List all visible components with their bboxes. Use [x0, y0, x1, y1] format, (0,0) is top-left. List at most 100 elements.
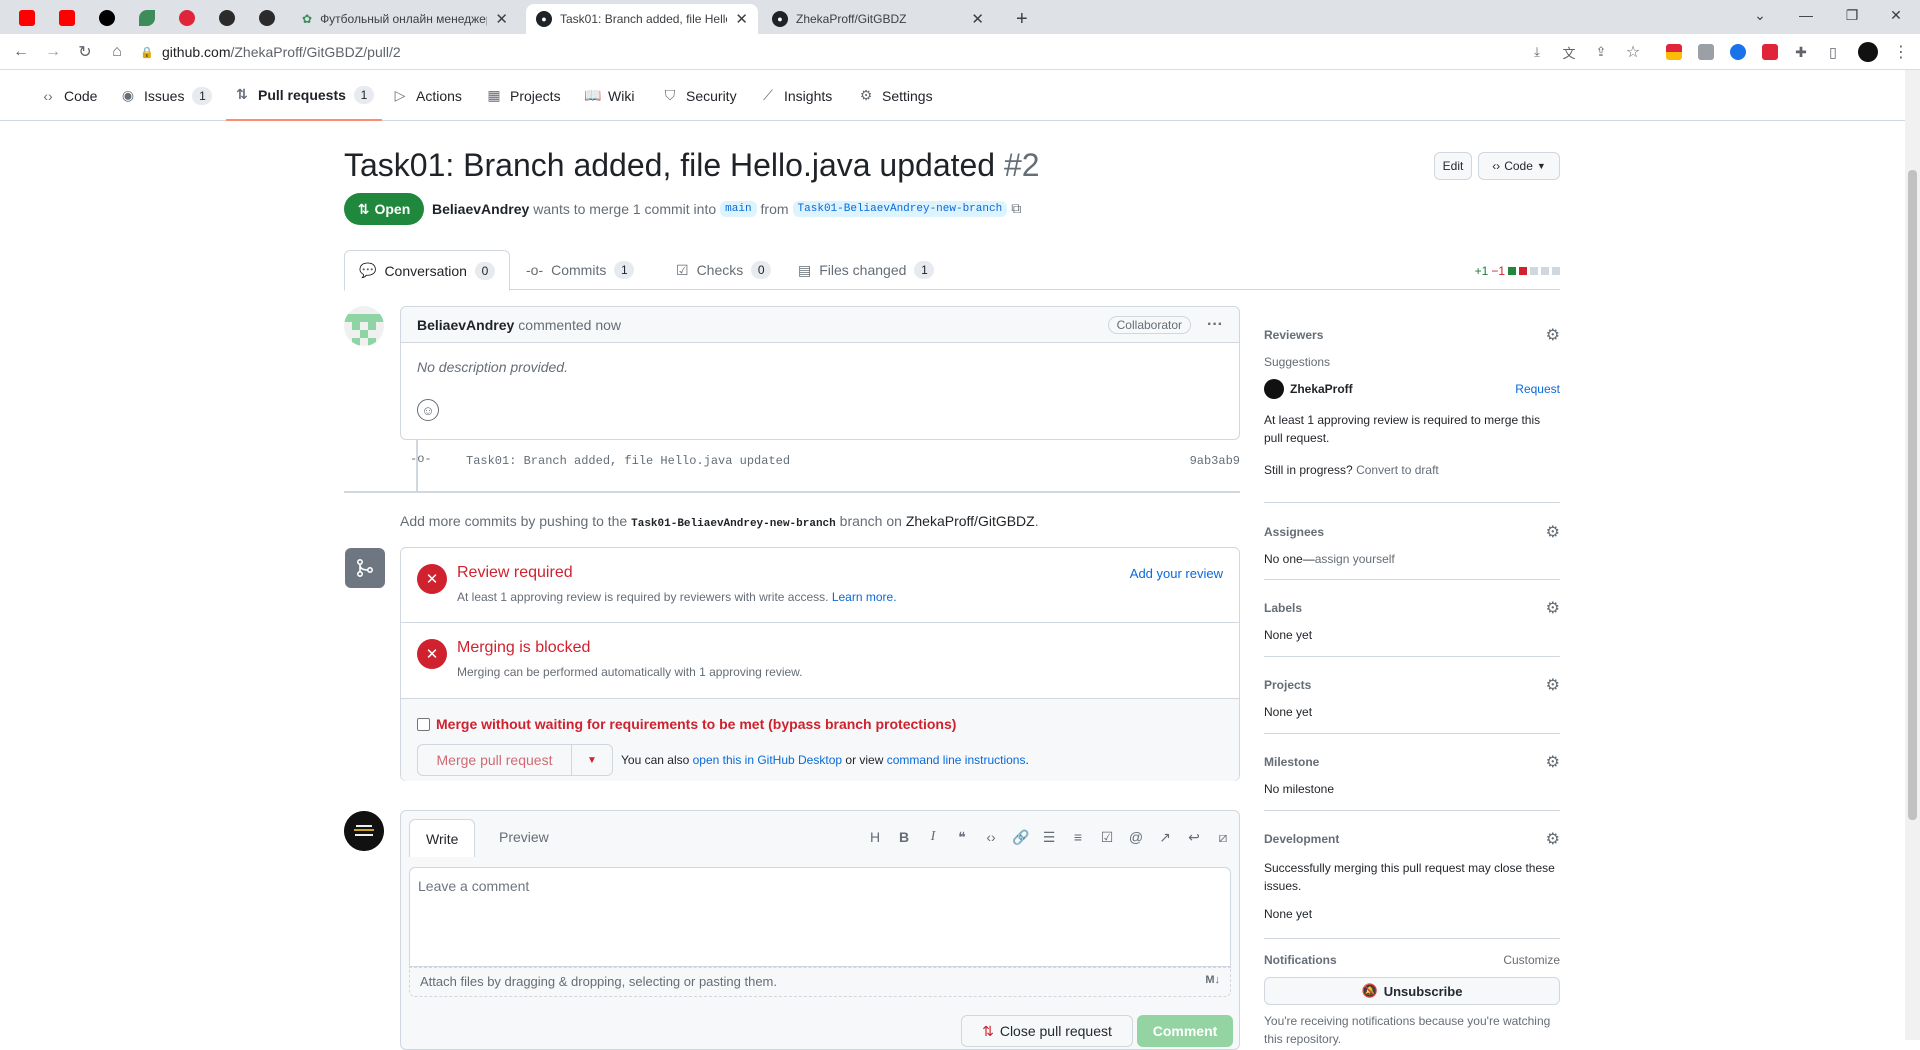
more-options-icon[interactable]: ···	[1207, 316, 1223, 334]
add-reaction-icon[interactable]: ☺	[417, 399, 439, 421]
close-tab-icon[interactable]: ✕	[971, 10, 984, 28]
assignees-gear-icon[interactable]: ⚙	[1546, 522, 1560, 542]
convert-to-draft-link[interactable]: Convert to draft	[1356, 463, 1439, 477]
current-user-avatar[interactable]	[344, 811, 384, 851]
repo-tab-pull-requests[interactable]: ⇅ Pull requests 1	[226, 70, 382, 121]
maximize-icon[interactable]: ❐	[1832, 4, 1872, 26]
head-branch[interactable]: Task01-BeliaevAndrey-new-branch	[792, 200, 1008, 217]
back-icon[interactable]: ←	[10, 41, 32, 63]
reload-icon[interactable]: ↻	[74, 41, 96, 63]
comment-textarea[interactable]: Leave a comment	[409, 867, 1231, 967]
forward-icon[interactable]: →	[42, 41, 64, 63]
pinned-tab-shield[interactable]	[212, 4, 242, 32]
bulleted-list-icon[interactable]: ☰	[1041, 829, 1057, 846]
preview-tab[interactable]: Preview	[483, 819, 565, 855]
repo-tab-issues[interactable]: ◉ Issues 1	[120, 70, 213, 121]
write-tab[interactable]: Write	[409, 819, 476, 857]
browser-tab-repo[interactable]: ● ZhekaProff/GitGBDZ ✕	[762, 4, 994, 34]
bypass-checkbox[interactable]: Merge without waiting for requirements t…	[417, 716, 956, 732]
comment-button[interactable]: Comment	[1137, 1015, 1233, 1047]
tab-checks[interactable]: ☑ Checks 0	[662, 250, 785, 290]
github-desktop-link[interactable]: open this in GitHub Desktop	[693, 753, 842, 767]
share-icon[interactable]: ⇪	[1590, 41, 1612, 63]
repo-tab-security[interactable]: ⛉ Security	[662, 70, 737, 121]
cross-reference-icon[interactable]: ↗	[1157, 829, 1173, 846]
comment-author[interactable]: BeliaevAndrey	[417, 317, 514, 333]
minimize-icon[interactable]: —	[1786, 4, 1826, 26]
avatar[interactable]	[344, 306, 384, 346]
heading-icon[interactable]: H	[867, 829, 883, 846]
suggested-user-name[interactable]: ZhekaProff	[1290, 382, 1353, 396]
request-review-link[interactable]: Request	[1515, 382, 1560, 396]
pinned-tab-youtube-2[interactable]	[52, 4, 82, 32]
commit-sha[interactable]: 9ab3ab9	[1190, 454, 1240, 468]
repo-tab-insights[interactable]: ⟋ Insights	[760, 70, 832, 121]
merge-pull-request-button[interactable]: Merge pull request ▼	[417, 744, 613, 776]
profile-avatar-icon[interactable]	[1858, 42, 1878, 62]
numbered-list-icon[interactable]: ≡	[1070, 829, 1086, 846]
close-window-icon[interactable]: ✕	[1876, 4, 1916, 26]
extension-gray-icon[interactable]	[1698, 44, 1714, 60]
tab-conversation[interactable]: 💬 Conversation 0	[344, 250, 510, 291]
edit-title-button[interactable]: Edit	[1434, 152, 1472, 180]
menu-kebab-icon[interactable]: ⋮	[1890, 41, 1912, 63]
extension-flag-icon[interactable]	[1666, 44, 1682, 60]
tab-commits[interactable]: -o- Commits 1	[512, 250, 648, 290]
repo-tab-projects[interactable]: ▦ Projects	[486, 70, 560, 121]
labels-gear-icon[interactable]: ⚙	[1546, 598, 1560, 618]
tab-search-icon[interactable]: ⌄	[1740, 4, 1780, 26]
scrollbar-thumb[interactable]	[1908, 170, 1917, 820]
browser-tab-football[interactable]: ✿ Футбольный онлайн менеджер ✕	[292, 4, 518, 34]
learn-more-link[interactable]: Learn more.	[832, 590, 897, 604]
slash-commands-icon[interactable]: ⧄	[1215, 829, 1231, 846]
author-link[interactable]: BeliaevAndrey	[432, 201, 529, 217]
add-review-link[interactable]: Add your review	[1130, 566, 1223, 581]
extension-blue-icon[interactable]	[1730, 44, 1746, 60]
checkbox[interactable]	[417, 717, 430, 731]
extension-lf-icon[interactable]	[1762, 44, 1778, 60]
task-list-icon[interactable]: ☑	[1099, 829, 1115, 846]
commit-message[interactable]: Task01: Branch added, file Hello.java up…	[466, 454, 790, 468]
reply-icon[interactable]: ↩	[1186, 829, 1202, 846]
pinned-tab-shield-2[interactable]	[252, 4, 282, 32]
customize-link[interactable]: Customize	[1503, 953, 1560, 967]
mention-icon[interactable]: @	[1128, 829, 1144, 846]
close-tab-icon[interactable]: ✕	[495, 10, 508, 28]
repo-tab-wiki[interactable]: 📖 Wiki	[584, 70, 634, 121]
attach-files-area[interactable]: Attach files by dragging & dropping, sel…	[409, 967, 1231, 997]
close-pull-request-button[interactable]: ⇅ Close pull request	[961, 1015, 1133, 1047]
pinned-tab-leaf[interactable]	[132, 4, 162, 32]
address-bar[interactable]: 🔒 github.com/ZhekaProff/GitGBDZ/pull/2	[140, 39, 1520, 65]
home-icon[interactable]: ⌂	[106, 41, 128, 63]
repo-tab-settings[interactable]: ⚙ Settings	[858, 70, 933, 121]
quote-icon[interactable]: ❝	[954, 829, 970, 846]
projects-gear-icon[interactable]: ⚙	[1546, 675, 1560, 695]
code-dropdown-button[interactable]: ‹› Code ▼	[1478, 152, 1560, 180]
command-line-link[interactable]: command line instructions	[887, 753, 1026, 767]
repo-link[interactable]: ZhekaProff/GitGBDZ	[906, 513, 1035, 529]
install-icon[interactable]: ⤓	[1526, 41, 1548, 63]
development-gear-icon[interactable]: ⚙	[1546, 829, 1560, 849]
reviewers-gear-icon[interactable]: ⚙	[1546, 325, 1560, 345]
bookmark-star-icon[interactable]: ☆	[1622, 41, 1644, 63]
copy-icon[interactable]: ⧉	[1011, 200, 1021, 217]
link-icon[interactable]: 🔗	[1012, 829, 1029, 846]
side-panel-icon[interactable]: ▯	[1822, 41, 1844, 63]
unsubscribe-button[interactable]: 🔕 Unsubscribe	[1264, 977, 1560, 1005]
pinned-tab-red[interactable]	[172, 4, 202, 32]
milestone-gear-icon[interactable]: ⚙	[1546, 752, 1560, 772]
new-tab-button[interactable]: +	[1006, 4, 1036, 34]
code-icon[interactable]: ‹›	[983, 829, 999, 846]
tab-files-changed[interactable]: ▤ Files changed 1	[784, 250, 948, 290]
repo-tab-code[interactable]: ‹› Code	[40, 70, 97, 121]
base-branch[interactable]: main	[720, 200, 757, 217]
pinned-tab-youtube[interactable]	[12, 4, 42, 32]
assign-yourself-link[interactable]: assign yourself	[1315, 552, 1395, 566]
merge-dropdown-caret-icon[interactable]: ▼	[572, 755, 612, 766]
italic-icon[interactable]: I	[925, 829, 941, 846]
close-tab-icon[interactable]: ✕	[735, 10, 748, 28]
bold-icon[interactable]: B	[896, 829, 912, 846]
pinned-tab-threads[interactable]	[92, 4, 122, 32]
extensions-puzzle-icon[interactable]: ✚	[1790, 41, 1812, 63]
repo-tab-actions[interactable]: ▷ Actions	[392, 70, 462, 121]
